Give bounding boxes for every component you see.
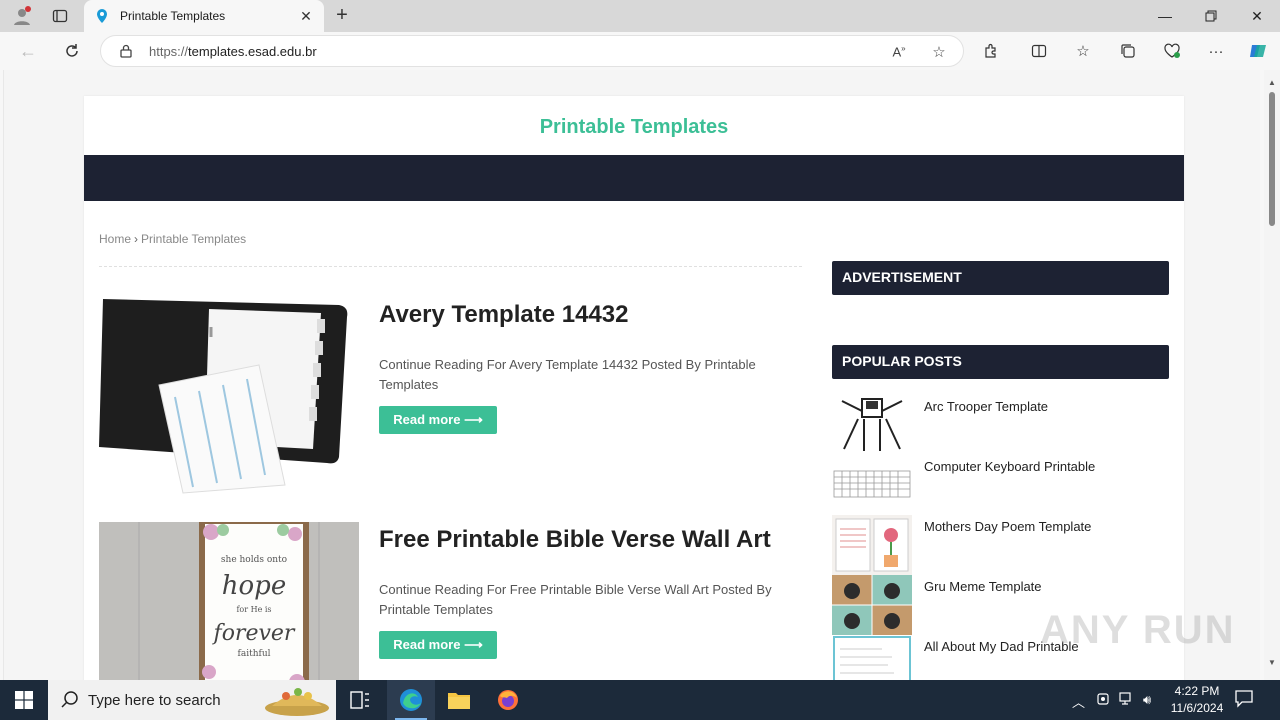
tab-close-icon[interactable]: ✕ [298, 8, 314, 24]
volume-icon[interactable]: 🔊︎ [1143, 692, 1151, 708]
address-bar[interactable]: https://templates.esad.edu.br A» ☆ [100, 35, 964, 67]
restore-icon[interactable] [1188, 0, 1234, 32]
lock-icon[interactable] [119, 44, 133, 58]
post-title[interactable]: Avery Template 14432 [379, 301, 628, 329]
popular-post-title[interactable]: Gru Meme Template [924, 579, 1042, 594]
search-highlight-icon [265, 688, 329, 716]
windows-start-icon[interactable] [0, 680, 48, 720]
browser-toolbar: ← https://templates.esad.edu.br A» ☆ ☆ ·… [0, 32, 1280, 70]
favorites-icon[interactable]: ☆ [1072, 41, 1094, 61]
popular-post-title[interactable]: Arc Trooper Template [924, 399, 1048, 414]
scrollbar[interactable]: ▲ ▼ [1264, 70, 1280, 680]
divider [99, 266, 802, 267]
svg-text:hope: hope [222, 571, 286, 601]
meet-now-icon[interactable] [1096, 692, 1110, 709]
svg-text:she holds onto: she holds onto [221, 555, 287, 565]
search-icon [61, 691, 78, 708]
popular-post-thumbnail[interactable] [832, 395, 912, 455]
search-placeholder: Type here to search [88, 692, 221, 709]
profile-icon[interactable] [10, 4, 34, 28]
site-title[interactable]: Printable Templates [84, 116, 1184, 139]
popular-post-item[interactable]: Arc Trooper Template [832, 395, 1169, 455]
copilot-icon[interactable] [1247, 41, 1269, 61]
breadcrumb: Home › Printable Templates [99, 232, 246, 246]
popular-post-thumbnail[interactable] [832, 515, 912, 575]
read-aloud-icon[interactable]: A» [889, 42, 909, 62]
close-window-icon[interactable]: ✕ [1234, 0, 1280, 32]
new-tab-icon[interactable]: + [330, 4, 354, 28]
read-more-button[interactable]: Read more ⟶ [379, 406, 497, 434]
popular-post-title[interactable]: Mothers Day Poem Template [924, 519, 1091, 534]
popular-post-thumbnail[interactable] [832, 635, 912, 680]
breadcrumb-separator: › [134, 232, 139, 246]
split-screen-icon[interactable] [1028, 41, 1050, 61]
post-excerpt: Continue Reading For Free Printable Bibl… [379, 582, 772, 617]
popular-post-thumbnail[interactable] [832, 455, 912, 515]
popular-posts-heading: POPULAR POSTS [832, 345, 1169, 379]
file-explorer-icon[interactable] [435, 680, 483, 720]
svg-text:for He is: for He is [236, 605, 271, 614]
popular-post-item[interactable]: Mothers Day Poem Template [832, 515, 1169, 575]
breadcrumb-current[interactable]: Printable Templates [141, 232, 246, 246]
tab-active[interactable]: Printable Templates ✕ [84, 0, 324, 32]
scrollbar-thumb[interactable] [1269, 92, 1275, 226]
edge-browser-icon[interactable] [387, 680, 435, 720]
refresh-icon[interactable] [58, 38, 86, 64]
sidebar: ADVERTISEMENT POPULAR POSTS Arc Trooper … [832, 261, 1169, 680]
task-view-icon[interactable] [336, 680, 384, 720]
collections-icon[interactable] [1117, 41, 1139, 61]
site-container: Printable Templates Home › Printable Templ… [84, 96, 1184, 680]
scroll-down-icon[interactable]: ▼ [1268, 658, 1276, 667]
clock-date: 11/6/2024 [1170, 701, 1224, 715]
popular-post-title[interactable]: Computer Keyboard Printable [924, 459, 1095, 474]
post-thumbnail[interactable]: she holds onto hope for He is forever fa… [99, 522, 359, 680]
post-thumbnail[interactable] [99, 297, 359, 495]
tab-actions-icon[interactable] [48, 4, 72, 28]
page-viewport: Printable Templates Home › Printable Templ… [0, 70, 1280, 680]
location-pin-icon [97, 9, 107, 23]
popular-post-item[interactable]: Computer Keyboard Printable [832, 455, 1169, 515]
favorite-star-icon[interactable]: ☆ [929, 42, 949, 62]
breadcrumb-home[interactable]: Home [99, 232, 131, 246]
url-text[interactable]: https://templates.esad.edu.br [149, 44, 317, 59]
performance-icon[interactable] [1161, 41, 1183, 61]
show-hidden-icons[interactable]: ︿ [1072, 692, 1085, 711]
notification-icon[interactable] [1234, 688, 1258, 712]
taskbar: Type here to search ︿ 🔊︎ 4:22 PM 11/6/20… [0, 680, 1280, 720]
clock[interactable]: 4:22 PM 11/6/2024 [1164, 683, 1230, 717]
clock-time: 4:22 PM [1174, 684, 1220, 698]
network-icon[interactable] [1119, 692, 1135, 709]
svg-text:forever: forever [212, 621, 296, 646]
tab-title: Printable Templates [120, 9, 226, 23]
page-content: Printable Templates Home › Printable Templ… [3, 70, 1260, 680]
more-options-icon[interactable]: ··· [1205, 41, 1227, 61]
post-item: Avery Template 14432 Continue Reading Fo… [99, 297, 802, 497]
extensions-icon[interactable] [980, 41, 1002, 61]
advertisement-heading: ADVERTISEMENT [832, 261, 1169, 295]
watermark: ANY RUN [1040, 608, 1236, 652]
svg-text:faithful: faithful [238, 649, 271, 659]
read-more-button[interactable]: Read more ⟶ [379, 631, 497, 659]
taskbar-search-box[interactable]: Type here to search [48, 680, 336, 720]
minimize-icon[interactable]: — [1142, 0, 1188, 32]
post-excerpt: Continue Reading For Avery Template 1443… [379, 357, 756, 392]
scroll-up-icon[interactable]: ▲ [1268, 78, 1276, 87]
nav-bar [84, 155, 1184, 201]
firefox-icon[interactable] [484, 680, 532, 720]
post-item: she holds onto hope for He is forever fa… [99, 522, 802, 680]
browser-tab-bar: Printable Templates ✕ + — ✕ [0, 0, 1280, 32]
popular-post-thumbnail[interactable] [832, 575, 912, 635]
back-icon[interactable]: ← [14, 38, 42, 64]
post-title[interactable]: Free Printable Bible Verse Wall Art [379, 526, 771, 554]
